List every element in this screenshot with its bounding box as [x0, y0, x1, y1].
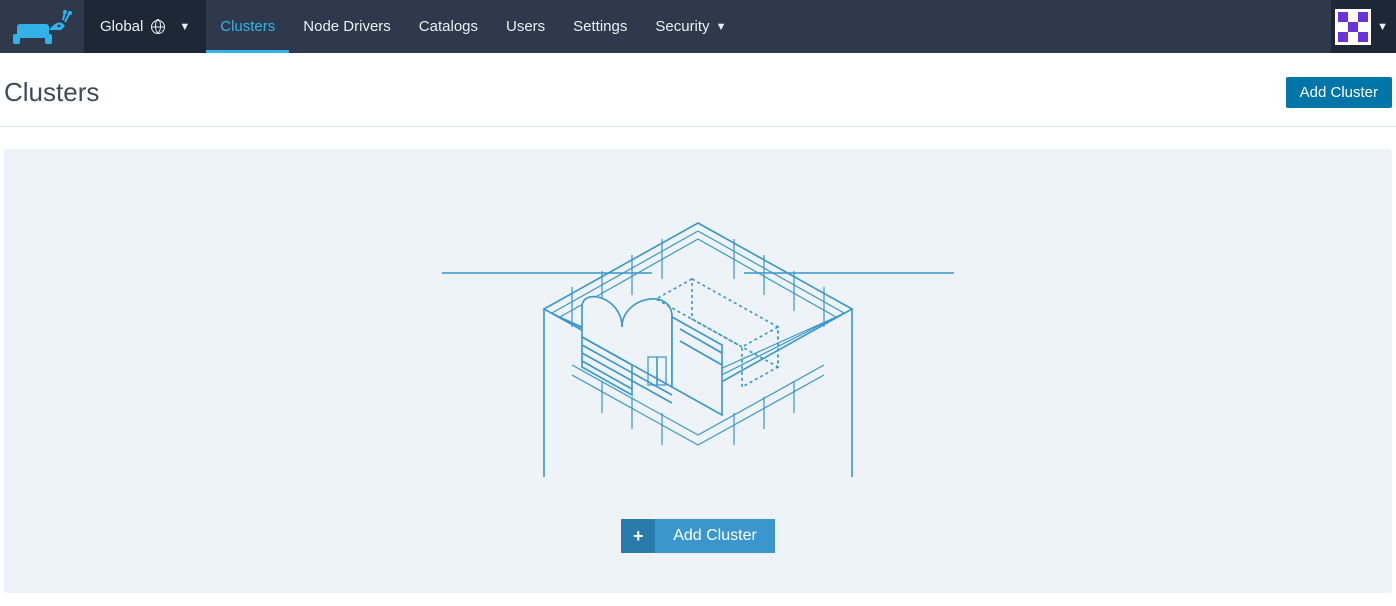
- empty-illustration: [442, 217, 954, 477]
- nav-clusters[interactable]: Clusters: [206, 0, 289, 53]
- nav-users[interactable]: Users: [492, 0, 559, 53]
- nav-settings[interactable]: Settings: [559, 0, 641, 53]
- add-cluster-button[interactable]: Add Cluster: [1286, 77, 1392, 108]
- nav-security[interactable]: Security ▼: [641, 0, 740, 53]
- empty-state: + Add Cluster: [4, 149, 1392, 593]
- user-menu[interactable]: ▼: [1331, 0, 1396, 53]
- page-header: Clusters Add Cluster: [0, 53, 1396, 127]
- nav-node-drivers[interactable]: Node Drivers: [289, 0, 405, 53]
- chevron-down-icon: ▼: [1377, 21, 1388, 33]
- scope-label: Global: [100, 18, 143, 35]
- globe-icon: [151, 20, 165, 34]
- chevron-down-icon: ▼: [179, 21, 190, 33]
- add-cluster-cta-label: Add Cluster: [655, 519, 775, 553]
- add-cluster-cta[interactable]: + Add Cluster: [621, 519, 775, 553]
- scope-selector[interactable]: Global ▼: [84, 0, 206, 53]
- nav-catalogs[interactable]: Catalogs: [405, 0, 492, 53]
- plus-icon: +: [621, 519, 655, 553]
- avatar: [1335, 9, 1371, 45]
- top-nav: Global ▼ Clusters Node Drivers Catalogs …: [0, 0, 1396, 53]
- nav-items: Clusters Node Drivers Catalogs Users Set…: [206, 0, 740, 53]
- chevron-down-icon: ▼: [716, 21, 727, 33]
- page-title: Clusters: [4, 77, 99, 108]
- brand-logo[interactable]: [2, 0, 84, 53]
